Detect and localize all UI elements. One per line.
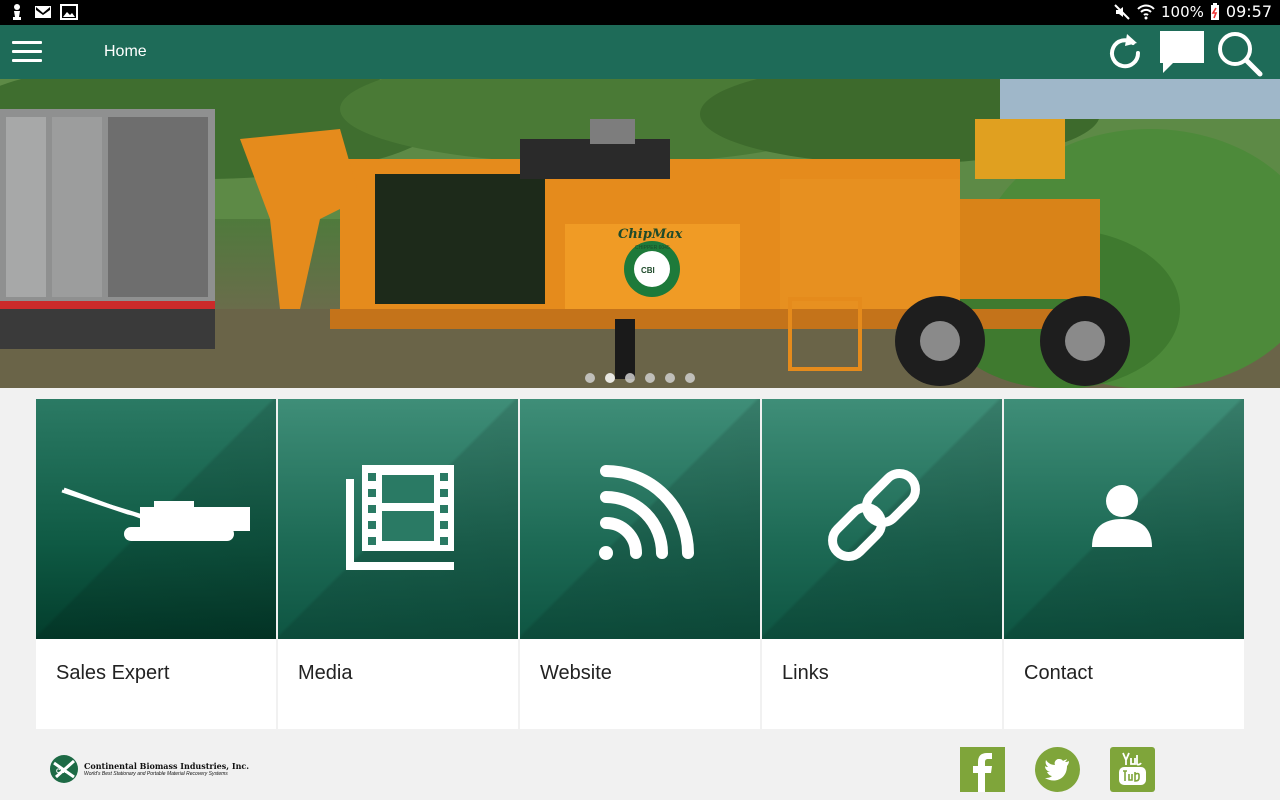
carousel-dot[interactable] (645, 373, 655, 383)
chess-pawn-icon (13, 4, 21, 20)
film-icon (346, 465, 454, 570)
carousel-dots (585, 373, 695, 383)
tile-sales-expert[interactable]: Sales Expert (36, 399, 276, 729)
menu-tiles: Sales Expert Media Website Links Contact (36, 399, 1244, 729)
menu-icon[interactable] (12, 41, 42, 63)
company-logo[interactable]: CBI Continental Biomass Industries, Inc.… (48, 753, 249, 785)
app-bar: Home (0, 25, 1280, 79)
tile-label: Links (782, 662, 829, 684)
carousel-dot[interactable] (685, 373, 695, 383)
tile-label: Sales Expert (56, 662, 170, 684)
clock: 09:57 (1225, 2, 1272, 21)
facebook-icon[interactable] (960, 747, 1005, 792)
battery-percent: 100% (1161, 2, 1204, 21)
mute-icon (1114, 3, 1130, 20)
page-title: Home (104, 43, 147, 60)
hero-banner[interactable]: ChipMax CHIPPER 6045 CBI (0, 79, 1280, 388)
tile-label: Media (298, 662, 353, 684)
company-tagline: World's Best Stationary and Portable Mat… (84, 771, 228, 777)
machine-badge: CBI (641, 266, 655, 275)
tile-contact[interactable]: Contact (1004, 399, 1244, 729)
search-icon[interactable] (1214, 28, 1264, 78)
tile-label: Website (540, 662, 612, 684)
chat-icon[interactable] (1157, 28, 1207, 78)
status-bar: 100% 09:57 (0, 0, 1280, 25)
rss-icon (599, 465, 694, 560)
tile-website[interactable]: Website (520, 399, 760, 729)
carousel-dot[interactable] (665, 373, 675, 383)
wifi-icon (1137, 4, 1155, 19)
gallery-icon (60, 4, 78, 20)
youtube-icon[interactable] (1110, 747, 1155, 792)
cbi-logo-icon: CBI (50, 755, 78, 783)
machine-icon (61, 487, 250, 541)
tile-label: Contact (1024, 662, 1093, 684)
logo-badge: CBI (56, 769, 67, 775)
tile-links[interactable]: Links (762, 399, 1002, 729)
carousel-dot[interactable] (585, 373, 595, 383)
carousel-dot[interactable] (605, 373, 615, 383)
twitter-icon[interactable] (1035, 747, 1080, 792)
company-name: Continental Biomass Industries, Inc. (84, 761, 250, 771)
person-icon (1092, 485, 1152, 547)
battery-icon (1210, 2, 1219, 20)
machine-brand: ChipMax (618, 227, 683, 242)
gmail-icon (35, 6, 51, 18)
footer: CBI Continental Biomass Industries, Inc.… (0, 730, 1280, 800)
carousel-dot[interactable] (625, 373, 635, 383)
link-icon (828, 469, 920, 561)
refresh-icon[interactable] (1100, 28, 1150, 78)
machine-model: CHIPPER 6045 (635, 245, 670, 251)
tile-media[interactable]: Media (278, 399, 518, 729)
hero-image: ChipMax CHIPPER 6045 CBI (0, 79, 1280, 388)
